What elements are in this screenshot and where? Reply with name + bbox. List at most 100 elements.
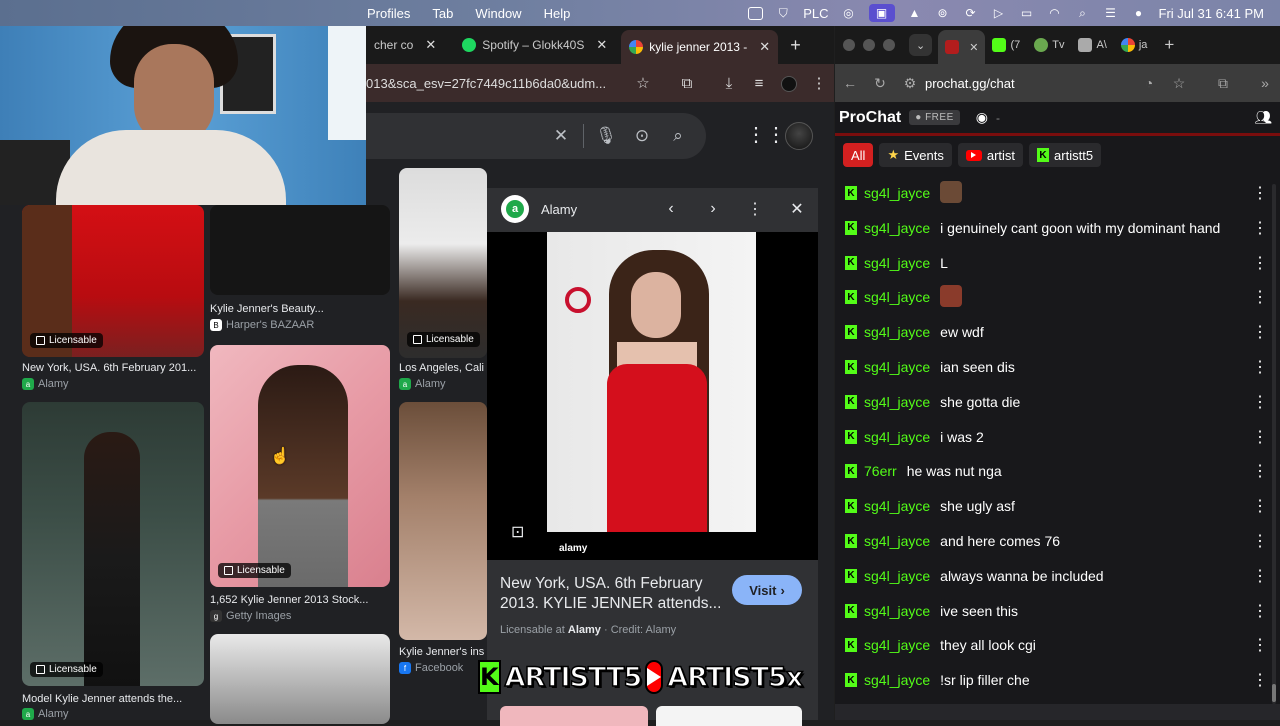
chat-username[interactable]: 76err	[864, 463, 897, 479]
close-icon[interactable]: ✕	[969, 41, 978, 54]
extensions-icon[interactable]: ⧉	[672, 75, 702, 92]
result-image-1[interactable]: Licensable	[22, 205, 204, 357]
message-options-icon[interactable]: ⋮	[1250, 427, 1270, 447]
search-icon[interactable]: ⌕	[660, 126, 696, 146]
filter-all[interactable]: All	[843, 143, 874, 167]
chat-username[interactable]: sg4l_jayce	[864, 672, 930, 688]
menu-tab[interactable]: Tab	[432, 6, 453, 21]
message-options-icon[interactable]: ⋮	[1250, 635, 1270, 655]
chat-username[interactable]: sg4l_jayce	[864, 220, 930, 236]
siri-icon[interactable]: ●	[1131, 5, 1147, 21]
chat-input-bar[interactable]	[835, 704, 1280, 720]
message-options-icon[interactable]: ⋮	[1250, 461, 1270, 481]
avatar[interactable]	[785, 122, 813, 150]
menu-profiles[interactable]: Profiles	[367, 6, 410, 21]
menu-help[interactable]: Help	[544, 6, 571, 21]
close-icon[interactable]: ✕	[759, 39, 770, 55]
profile-icon[interactable]	[774, 74, 804, 92]
lens-icon[interactable]: ⊙	[624, 126, 660, 146]
bookmark-star-icon[interactable]: ☆	[628, 74, 658, 92]
chat-username[interactable]: sg4l_jayce	[864, 324, 930, 340]
message-options-icon[interactable]: ⋮	[1250, 218, 1270, 238]
search-box[interactable]: ✕ 🎙︎ ⊙ ⌕	[356, 113, 706, 159]
message-options-icon[interactable]: ⋮	[1250, 322, 1270, 342]
message-options-icon[interactable]: ⋮	[1250, 253, 1270, 273]
microphone-icon[interactable]: 🎙︎	[588, 126, 624, 146]
result-caption[interactable]: Kylie Jenner's Beauty...	[210, 303, 390, 315]
more-tabs-icon[interactable]: »	[1250, 75, 1280, 91]
result-caption[interactable]: Model Kylie Jenner attends the...	[22, 693, 204, 705]
preview-image[interactable]	[547, 232, 756, 542]
reload-icon[interactable]: ↻	[865, 75, 895, 92]
result-image-7[interactable]	[210, 634, 390, 724]
sync-icon[interactable]: ⟳	[963, 5, 979, 21]
tab-2[interactable]: (7	[985, 30, 1027, 60]
preview-title[interactable]: New York, USA. 6th February 2013. KYLIE …	[500, 574, 722, 614]
filter-artist[interactable]: artist	[957, 143, 1024, 167]
control-center-icon[interactable]: ☰	[1103, 5, 1119, 21]
message-options-icon[interactable]: ⋮	[1250, 496, 1270, 516]
new-tab-icon[interactable]: +	[790, 35, 801, 56]
chat-username[interactable]: sg4l_jayce	[864, 289, 930, 305]
media-control-icon[interactable]: ≡	[744, 75, 774, 92]
extensions-icon[interactable]: ⧉	[1208, 75, 1238, 92]
download-icon[interactable]: ⤓	[714, 75, 744, 92]
close-icon[interactable]: ✕	[425, 37, 436, 53]
clock[interactable]: Fri Jul 31 6:41 PM	[1159, 6, 1265, 21]
menu-window[interactable]: Window	[475, 6, 521, 21]
chat-username[interactable]: sg4l_jayce	[864, 603, 930, 619]
filter-artistt5[interactable]: Kartistt5	[1029, 143, 1102, 167]
message-options-icon[interactable]: ⋮	[1250, 392, 1270, 412]
lens-search-icon[interactable]: ⊡	[511, 522, 524, 542]
chat-username[interactable]: sg4l_jayce	[864, 185, 930, 201]
users-icon[interactable]: 👥︎	[1254, 109, 1272, 126]
tab-search-icon[interactable]: ⌄	[909, 34, 933, 56]
more-options-icon[interactable]: ⋮	[734, 199, 776, 219]
chevron-left-icon[interactable]: ‹	[650, 200, 692, 218]
back-icon[interactable]: ←	[835, 75, 865, 91]
tab-4[interactable]: A\	[1071, 30, 1113, 60]
message-options-icon[interactable]: ⋮	[1250, 287, 1270, 307]
preview-source-name[interactable]: Alamy	[541, 202, 650, 217]
chat-username[interactable]: sg4l_jayce	[864, 533, 930, 549]
sound-icon[interactable]: ▲	[907, 5, 923, 21]
tab-kylie-search[interactable]: kylie jenner 2013 - ✕	[621, 30, 779, 64]
url-field[interactable]: 013&sca_esv=27fc7449c11b6da0&udm...	[366, 76, 628, 91]
close-window-button[interactable]	[843, 39, 855, 51]
related-image-1[interactable]	[500, 706, 648, 726]
related-image-2[interactable]	[656, 706, 802, 726]
result-caption[interactable]: New York, USA. 6th February 201...	[22, 362, 204, 374]
tab-5[interactable]: ja	[1114, 30, 1155, 60]
chat-username[interactable]: sg4l_jayce	[864, 498, 930, 514]
eye-icon[interactable]: ◉	[976, 109, 988, 126]
tab-prochat[interactable]: ✕	[938, 30, 986, 64]
zoom-window-button[interactable]	[883, 39, 895, 51]
chat-scrollbar[interactable]	[1272, 184, 1276, 704]
new-tab-icon[interactable]: +	[1164, 35, 1174, 55]
result-image-2[interactable]	[210, 205, 390, 295]
chat-scroll-thumb[interactable]	[1272, 684, 1276, 702]
message-options-icon[interactable]: ⋮	[1250, 357, 1270, 377]
minimize-window-button[interactable]	[863, 39, 875, 51]
filter-events[interactable]: ★ Events	[879, 143, 952, 167]
tab-spotify[interactable]: Spotify – Glokk40S ✕	[454, 30, 615, 60]
site-settings-icon[interactable]: ⚙	[895, 75, 925, 92]
bookmark-star-icon[interactable]: ☆	[1164, 75, 1194, 92]
message-options-icon[interactable]: ⋮	[1250, 183, 1270, 203]
chat-username[interactable]: sg4l_jayce	[864, 429, 930, 445]
battery-icon[interactable]: ▭	[1019, 5, 1035, 21]
screen-record-icon[interactable]	[748, 6, 764, 20]
play-icon[interactable]: ▷	[991, 5, 1007, 21]
shield-icon[interactable]: ⛉	[775, 5, 791, 21]
chat-username[interactable]: sg4l_jayce	[864, 359, 930, 375]
chat-username[interactable]: sg4l_jayce	[864, 568, 930, 584]
result-image-4[interactable]: Licensable	[210, 345, 390, 587]
tab-cher[interactable]: cher co ✕	[366, 30, 444, 60]
screen-share-icon[interactable]: ▣	[868, 4, 895, 22]
google-apps-icon[interactable]: ⋮⋮	[746, 124, 786, 146]
plc-label[interactable]: PLC	[803, 6, 828, 21]
clear-icon[interactable]: ✕	[543, 126, 579, 146]
performance-icon[interactable]: ◔	[1134, 75, 1164, 91]
chevron-right-icon[interactable]: ›	[692, 200, 734, 218]
message-options-icon[interactable]: ⋮	[1250, 531, 1270, 551]
